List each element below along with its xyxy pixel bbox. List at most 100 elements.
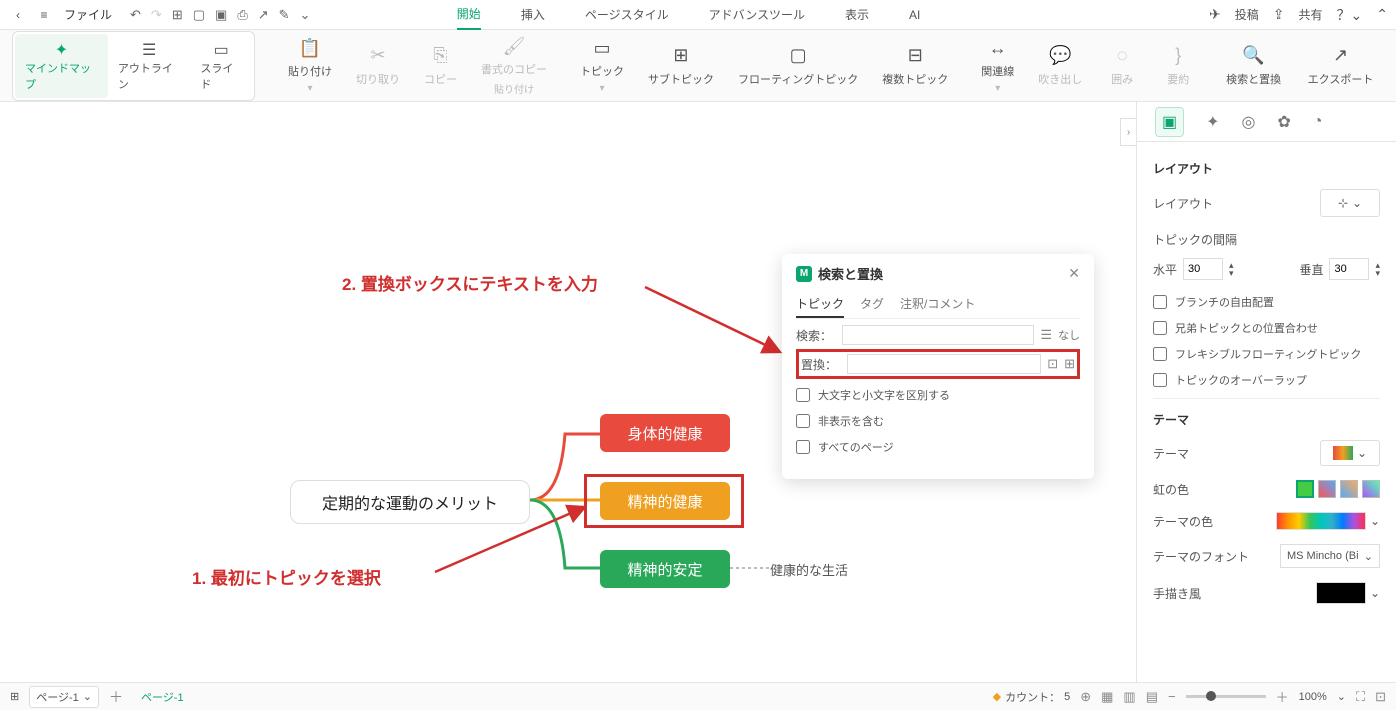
panel-tab-map[interactable]: ◎ <box>1242 112 1256 132</box>
chk-free-branch[interactable] <box>1153 295 1167 309</box>
zoom-slider[interactable] <box>1186 695 1266 698</box>
copy-button[interactable]: ⎘コピー <box>412 29 469 102</box>
horiz-label: 水平 <box>1153 261 1177 278</box>
fit-icon[interactable]: ⊡ <box>1375 689 1386 705</box>
topic-mental-stability[interactable]: 精神的安定 <box>600 550 730 588</box>
collapse-ribbon-icon[interactable]: ⌃ <box>1376 6 1388 23</box>
post-button[interactable]: 投稿 <box>1235 6 1259 23</box>
floating-topic-button[interactable]: ▢フローティングトピック <box>726 31 870 100</box>
tab-advance[interactable]: アドバンスツール <box>709 0 805 29</box>
replace-input[interactable] <box>847 354 1041 374</box>
panel-icon[interactable]: ▤ <box>1146 689 1158 705</box>
handdrawn-swatch[interactable] <box>1316 582 1366 604</box>
panel-tab-layout[interactable]: ▣ <box>1155 107 1184 137</box>
tab-ai[interactable]: AI <box>909 2 920 28</box>
summary-button[interactable]: }要約 <box>1150 31 1206 100</box>
page-dropdown[interactable]: ページ-1⌄ <box>29 686 99 708</box>
check-all-pages[interactable] <box>796 440 810 454</box>
more-icon[interactable]: ⌄ <box>300 7 311 23</box>
chk-align-sibling[interactable] <box>1153 321 1167 335</box>
help-icon[interactable]: ？⌄ <box>1337 5 1363 25</box>
collapse-panel-icon[interactable]: › <box>1120 118 1136 146</box>
horiz-input[interactable] <box>1183 258 1223 280</box>
relation-button[interactable]: ↔関連線▾ <box>969 31 1026 100</box>
floating-topic[interactable]: 健康的な生活 <box>770 560 848 579</box>
fullscreen-icon[interactable]: ⛶ <box>1356 689 1365 705</box>
share-icon[interactable]: ↗ <box>258 7 269 23</box>
replace-one-icon[interactable]: ⊡ <box>1047 356 1058 372</box>
panel-title: 検索と置換 <box>818 264 883 283</box>
tab-start[interactable]: 開始 <box>457 0 481 30</box>
search-none: なし <box>1058 327 1080 343</box>
boundary-button[interactable]: ◌囲み <box>1094 31 1150 100</box>
mode-mindmap[interactable]: ✦マインドマップ <box>15 34 108 98</box>
new-icon[interactable]: ⊞ <box>172 7 183 23</box>
filter-icon[interactable]: ☰ <box>1040 327 1052 343</box>
topic-button[interactable]: ▭トピック▾ <box>568 31 636 100</box>
spin-icon[interactable]: ▴▾ <box>1375 261 1380 277</box>
subtopic-button[interactable]: ⊞サブトピック <box>636 31 726 100</box>
globe-icon[interactable]: ⊕ <box>1080 689 1091 705</box>
search-replace-button[interactable]: 🔍検索と置換 <box>1215 39 1292 93</box>
rainbow-swatches[interactable] <box>1296 480 1380 498</box>
format-copy-button[interactable]: 🖌書式のコピー貼り付け <box>469 29 559 102</box>
panel-tab-icon[interactable]: ✿ <box>1278 112 1291 132</box>
layout-select[interactable]: ⊹⌄ <box>1320 189 1380 217</box>
callout-button[interactable]: 💬吹き出し <box>1026 31 1094 100</box>
chk-flexible-float[interactable] <box>1153 347 1167 361</box>
root-topic[interactable]: 定期的な運動のメリット <box>290 480 530 524</box>
search-tab-topic[interactable]: トピック <box>796 291 844 318</box>
spin-icon[interactable]: ▴▾ <box>1229 261 1234 277</box>
chevron-down-icon: ⌄ <box>1357 446 1367 460</box>
send-icon[interactable]: ✈ <box>1209 6 1221 23</box>
search-tab-tag[interactable]: タグ <box>860 291 884 318</box>
paste-button[interactable]: 📋貼り付け▾ <box>276 29 344 102</box>
zoom-in-icon[interactable]: ＋ <box>1276 687 1289 706</box>
add-page-button[interactable]: ＋ <box>109 687 123 707</box>
outline-icon[interactable]: ⊞ <box>10 690 19 703</box>
mode-outline[interactable]: ☰アウトライン <box>108 34 190 98</box>
redo-icon[interactable]: ↷ <box>151 7 162 23</box>
edit-icon[interactable]: ✎ <box>279 7 290 23</box>
zoom-out-icon[interactable]: − <box>1168 689 1176 704</box>
tab-view[interactable]: 表示 <box>845 0 869 29</box>
layout-icon: ⊹ <box>1338 196 1348 210</box>
theme-color-strip[interactable] <box>1276 512 1366 530</box>
chk-overlap[interactable] <box>1153 373 1167 387</box>
file-menu[interactable]: ファイル <box>64 6 112 23</box>
tab-page-style[interactable]: ページスタイル <box>585 0 669 29</box>
cut-button[interactable]: ✂切り取り <box>344 29 412 102</box>
layout-label: レイアウト <box>1153 195 1213 212</box>
replace-all-icon[interactable]: ⊞ <box>1064 356 1075 372</box>
back-icon[interactable]: ‹ <box>8 5 28 25</box>
share-icon-top[interactable]: ⇪ <box>1273 6 1285 23</box>
vert-input[interactable] <box>1329 258 1369 280</box>
theme-select[interactable]: ⌄ <box>1320 440 1380 466</box>
font-select[interactable]: MS Mincho (Bi⌄ <box>1280 544 1380 568</box>
panel-tab-style[interactable]: ✦ <box>1206 112 1219 132</box>
multi-topic-button[interactable]: ⊟複数トピック <box>870 31 960 100</box>
tab-insert[interactable]: 挿入 <box>521 0 545 29</box>
menu-icon[interactable]: ≡ <box>34 5 54 25</box>
search-tab-comment[interactable]: 注釈/コメント <box>900 291 975 318</box>
view-icon[interactable]: ▥ <box>1123 689 1135 705</box>
share-button[interactable]: 共有 <box>1299 6 1323 23</box>
print-icon[interactable]: ⎙ <box>237 7 247 23</box>
check-hidden[interactable] <box>796 414 810 428</box>
export-button[interactable]: ↗エクスポート <box>1297 39 1384 93</box>
close-icon[interactable]: ✕ <box>1068 265 1080 282</box>
open-icon[interactable]: ▢ <box>193 7 205 23</box>
save-icon[interactable]: ▣ <box>215 7 227 23</box>
replace-label: 置換： <box>801 356 841 373</box>
mode-slide[interactable]: ▭スライド <box>190 34 252 98</box>
panel-tab-history[interactable]: ◔ <box>1313 113 1323 131</box>
page-tab[interactable]: ページ-1 <box>133 689 192 705</box>
topic-mental-health[interactable]: 精神的健康 <box>600 482 730 520</box>
undo-icon[interactable]: ↶ <box>130 7 141 23</box>
chevron-down-icon[interactable]: ⌄ <box>1337 690 1346 703</box>
grid-icon[interactable]: ▦ <box>1101 689 1113 705</box>
view-mode-switch[interactable]: ✦マインドマップ ☰アウトライン ▭スライド <box>12 31 255 101</box>
check-case[interactable] <box>796 388 810 402</box>
topic-physical-health[interactable]: 身体的健康 <box>600 414 730 452</box>
search-input[interactable] <box>842 325 1034 345</box>
